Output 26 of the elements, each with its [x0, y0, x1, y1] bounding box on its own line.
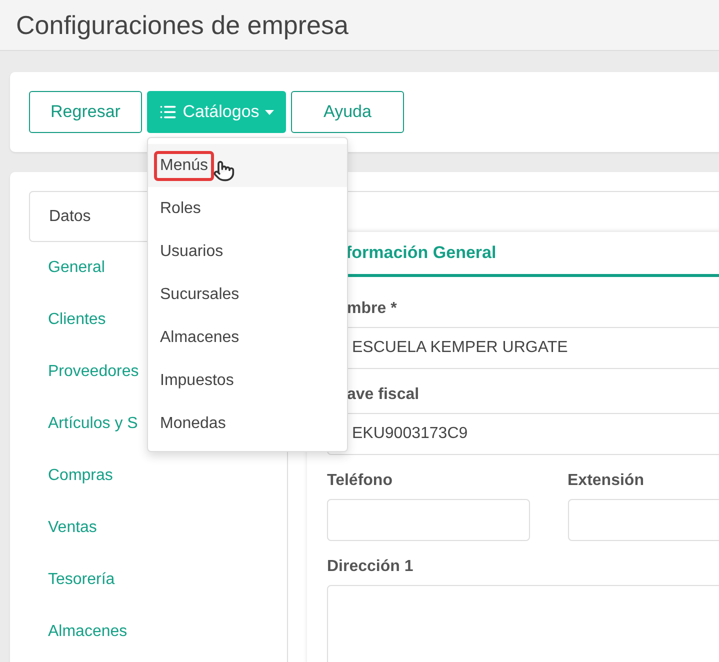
page-title: Configuraciones de empresa: [16, 10, 348, 40]
field-label: Dirección 1: [327, 557, 414, 577]
menu-item[interactable]: Roles: [148, 187, 347, 230]
input-field[interactable]: [568, 499, 719, 541]
sidebar-item[interactable]: Compras: [29, 450, 287, 502]
sidebar-item[interactable]: Almacenes: [29, 606, 287, 658]
field-label: ave fiscal: [346, 385, 420, 405]
menu-item[interactable]: Menús: [148, 144, 347, 187]
menu-item[interactable]: Impuestos: [148, 359, 347, 402]
list-icon: [158, 103, 177, 121]
field-label: mbre *: [346, 299, 398, 319]
menu-item[interactable]: Sucursales: [148, 273, 347, 316]
toolbar-button[interactable]: Ayuda: [291, 91, 404, 133]
toolbar-button[interactable]: Regresar: [29, 91, 142, 133]
menu-item[interactable]: Almacenes: [148, 316, 347, 359]
textarea-field[interactable]: [327, 585, 719, 662]
sidebar-item[interactable]: Ventas: [29, 502, 287, 554]
input-field[interactable]: [327, 499, 530, 541]
caret-icon: [265, 110, 274, 114]
sidebar-item[interactable]: Tesorería: [29, 554, 287, 606]
field-label: Extensión: [568, 471, 645, 491]
menu-item[interactable]: Usuarios: [148, 230, 347, 273]
catalogs-dropdown-button[interactable]: Catálogos: [147, 91, 286, 133]
menu-item[interactable]: Monedas: [148, 402, 347, 445]
field-label: Teléfono: [327, 471, 394, 491]
pointer-cursor-icon: [213, 160, 235, 182]
